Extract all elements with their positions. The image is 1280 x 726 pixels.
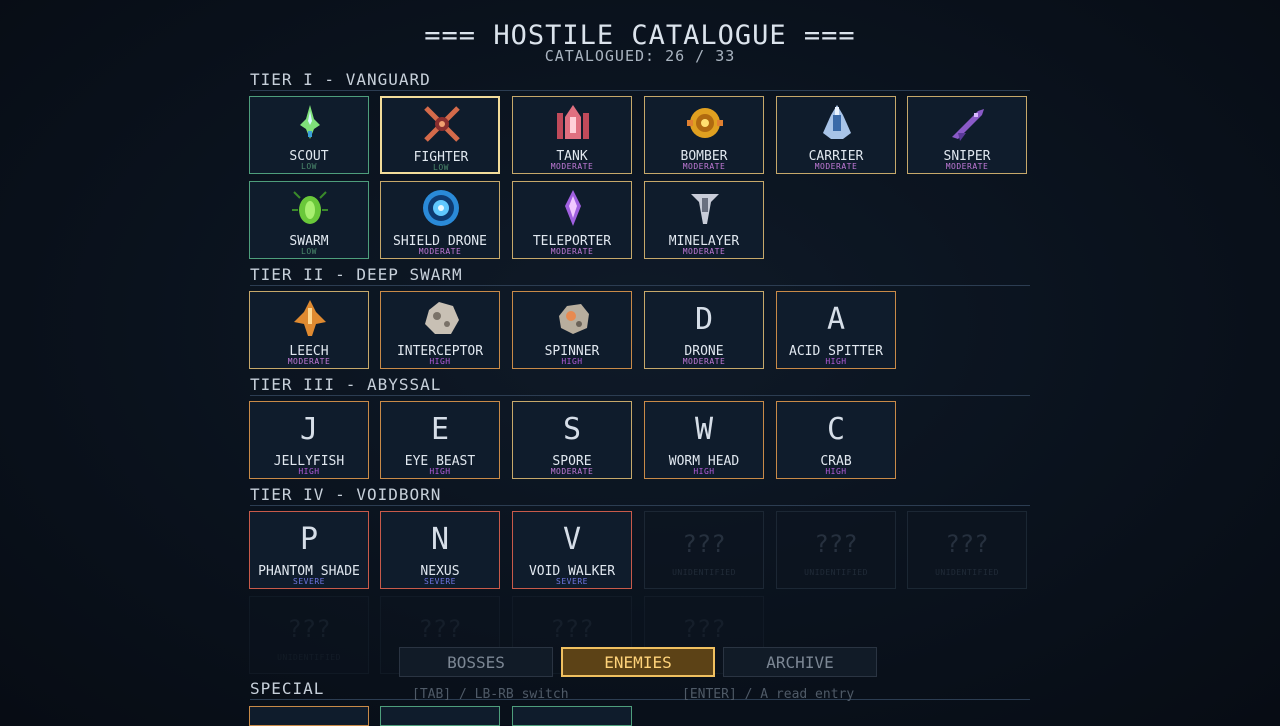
leech-ship-icon	[294, 300, 326, 336]
hint-switch: [TAB] / LB-RB switch	[412, 687, 569, 702]
enemy-card-carrier[interactable]: CARRIER MODERATE	[776, 96, 896, 174]
carrier-ship-icon	[823, 105, 851, 139]
enemy-card-jellyfish[interactable]: J JELLYFISH HIGH	[249, 401, 369, 479]
tab-bosses[interactable]: BOSSES	[399, 647, 553, 677]
enemy-card-interceptor[interactable]: INTERCEPTOR HIGH	[380, 291, 500, 369]
enemy-card-bomber[interactable]: BOMBER MODERATE	[644, 96, 764, 174]
enemy-card-sniper[interactable]: SNIPER MODERATE	[907, 96, 1027, 174]
bomber-gear-icon	[687, 108, 723, 138]
special-card[interactable]	[380, 706, 500, 726]
enemy-card-unidentified[interactable]: ??? UNIDENTIFIED	[644, 511, 764, 589]
enemy-card-eye-beast[interactable]: E EYE BEAST HIGH	[380, 401, 500, 479]
spinner-rock-icon	[559, 304, 589, 334]
enemy-card-tank[interactable]: TANK MODERATE	[512, 96, 632, 174]
shield-drone-icon	[423, 190, 459, 226]
enemy-card-unidentified[interactable]: ??? UNIDENTIFIED	[907, 511, 1027, 589]
tier-header-3: TIER III - ABYSSAL	[250, 375, 1030, 396]
enemy-card-nexus[interactable]: N NEXUS SEVERE	[380, 511, 500, 589]
special-section-header: SPECIAL	[250, 679, 1030, 700]
enemy-card-teleporter[interactable]: TELEPORTER MODERATE	[512, 181, 632, 259]
enemy-card-acid-spitter[interactable]: A ACID SPITTER HIGH	[776, 291, 896, 369]
enemy-card-crab[interactable]: C CRAB HIGH	[776, 401, 896, 479]
tier-header-2: TIER II - DEEP SWARM	[250, 265, 1030, 286]
sniper-ship-icon	[952, 109, 984, 141]
swarm-bug-icon	[292, 191, 328, 224]
catalogued-count: CATALOGUED: 26 / 33	[544, 47, 736, 65]
enemy-card-minelayer[interactable]: MINELAYER MODERATE	[644, 181, 764, 259]
tab-archive[interactable]: ARCHIVE	[723, 647, 877, 677]
enemy-card-leech[interactable]: LEECH MODERATE	[249, 291, 369, 369]
special-card[interactable]	[512, 706, 632, 726]
special-card[interactable]	[249, 706, 369, 726]
enemy-card-swarm[interactable]: SWARM LOW	[249, 181, 369, 259]
interceptor-rock-icon	[425, 302, 459, 334]
enemy-card-void-walker[interactable]: V VOID WALKER SEVERE	[512, 511, 632, 589]
enemy-card-spinner[interactable]: SPINNER HIGH	[512, 291, 632, 369]
enemy-card-drone[interactable]: D DRONE MODERATE	[644, 291, 764, 369]
tier-header-1: TIER I - VANGUARD	[250, 70, 1030, 91]
scout-ship-icon	[300, 105, 320, 139]
enemy-card-scout[interactable]: SCOUT LOW	[249, 96, 369, 174]
hint-read-entry: [ENTER] / A read entry	[682, 687, 855, 702]
tab-enemies[interactable]: ENEMIES	[561, 647, 715, 677]
minelayer-ship-icon	[691, 194, 719, 224]
enemy-card-worm-head[interactable]: W WORM HEAD HIGH	[644, 401, 764, 479]
fighter-x-icon	[424, 106, 460, 142]
enemy-card-spore[interactable]: S SPORE MODERATE	[512, 401, 632, 479]
enemy-card-unidentified[interactable]: ??? UNIDENTIFIED	[249, 596, 369, 674]
enemy-card-phantom-shade[interactable]: P PHANTOM SHADE SEVERE	[249, 511, 369, 589]
enemy-card-shield-drone[interactable]: SHIELD DRONE MODERATE	[380, 181, 500, 259]
teleporter-crystal-icon	[565, 190, 581, 226]
tier-header-4: TIER IV - VOIDBORN	[250, 485, 1030, 506]
enemy-card-unidentified[interactable]: ??? UNIDENTIFIED	[776, 511, 896, 589]
tank-ship-icon	[557, 105, 589, 139]
enemy-card-fighter[interactable]: FIGHTER LOW	[380, 96, 500, 174]
